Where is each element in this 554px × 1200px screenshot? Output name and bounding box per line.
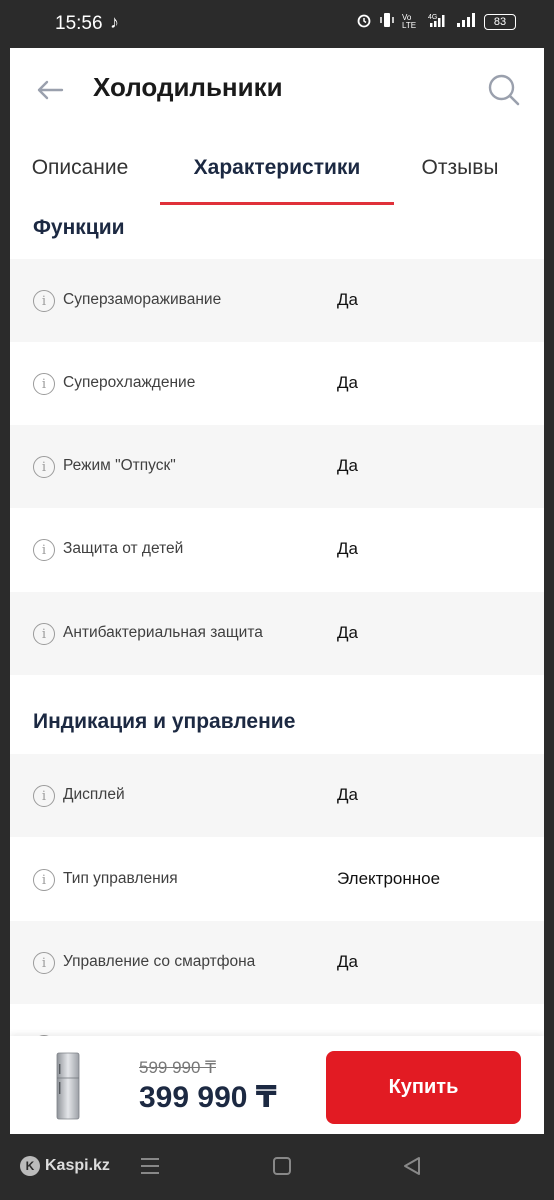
back-triangle-icon: [404, 1157, 420, 1175]
spec-value: Да: [337, 539, 358, 558]
spec-value: Электронное: [337, 869, 441, 888]
section-title-functions: Функции: [33, 216, 125, 239]
spec-row: i Режим "Отпуск" Да: [10, 425, 544, 508]
current-price: 399 990 ₸: [139, 1081, 277, 1114]
spec-row: i Управление со смартфона Да: [10, 921, 544, 1004]
spec-label: Антибактериальная защита: [63, 624, 263, 641]
status-bar: 15:56 ♪ Vo LTE 4G 83: [0, 0, 554, 48]
status-icons: Vo LTE 4G 83: [356, 12, 516, 31]
page-title: Холодильники: [93, 72, 283, 102]
buy-button[interactable]: Купить: [326, 1051, 521, 1124]
vibrate-icon: [380, 12, 394, 31]
spec-label: Суперзамораживание: [63, 291, 222, 308]
svg-text:4G: 4G: [428, 14, 437, 21]
tab-specifications[interactable]: Характеристики: [160, 130, 394, 206]
menu-icon: [141, 1158, 159, 1174]
spec-row: i Антибактериальная защита Да: [10, 592, 544, 675]
tiktok-notification-icon: ♪: [110, 12, 119, 32]
tab-bar: Описание Характеристики Отзывы: [10, 130, 544, 206]
search-icon: [488, 74, 520, 106]
spec-value: Да: [337, 456, 358, 475]
signal-4g-icon: 4G: [428, 12, 448, 31]
alarm-icon: [356, 12, 372, 31]
spec-label: Управление со смартфона: [63, 953, 256, 970]
spec-row: i Защита от детей Да: [10, 508, 544, 591]
info-icon[interactable]: i: [33, 869, 55, 891]
active-tab-indicator: [160, 202, 394, 205]
tab-description[interactable]: Описание: [10, 130, 150, 206]
volte-icon: Vo LTE: [402, 12, 417, 30]
spec-value: Да: [337, 785, 358, 804]
section-title-display-control: Индикация и управление: [33, 710, 296, 733]
kaspi-logo-icon: K: [20, 1156, 40, 1176]
info-icon[interactable]: i: [33, 539, 55, 561]
watermark-text: Kaspi.kz: [45, 1157, 110, 1174]
recent-apps-button[interactable]: [138, 1154, 162, 1178]
tab-reviews[interactable]: Отзывы: [404, 130, 516, 206]
info-icon[interactable]: i: [33, 623, 55, 645]
spec-row: i Суперзамораживание Да: [10, 259, 544, 342]
status-time: 15:56: [55, 13, 103, 34]
spec-label: Суперохлаждение: [63, 374, 196, 391]
spec-row: i Тип управления Электронное: [10, 838, 544, 921]
product-thumbnail[interactable]: [56, 1052, 80, 1120]
app-header: Холодильники: [10, 48, 544, 130]
spec-value: Да: [337, 373, 358, 392]
specifications-list[interactable]: Функции i Суперзамораживание Да i Суперо…: [10, 206, 544, 1036]
info-icon[interactable]: i: [33, 952, 55, 974]
spec-row: i Дисплей Да: [10, 754, 544, 837]
battery-icon: 83: [484, 13, 516, 30]
kaspi-watermark: K Kaspi.kz: [20, 1156, 110, 1176]
system-nav-bar: K Kaspi.kz: [0, 1134, 554, 1200]
spec-value: Да: [337, 952, 358, 971]
arrow-left-icon: [37, 80, 64, 100]
info-icon[interactable]: i: [33, 785, 55, 807]
phone-screen: 15:56 ♪ Vo LTE 4G 83 Холодильники Описан…: [0, 0, 554, 1200]
spec-label: Режим "Отпуск": [63, 457, 176, 474]
spec-row: i Суперохлаждение Да: [10, 342, 544, 425]
spec-label: Тип управления: [63, 870, 178, 887]
home-square-icon: [273, 1157, 291, 1175]
search-button[interactable]: [484, 70, 524, 110]
spec-label: Дисплей: [63, 786, 125, 803]
info-icon[interactable]: i: [33, 373, 55, 395]
spec-value: Да: [337, 623, 358, 642]
spec-label: Защита от детей: [63, 540, 184, 557]
home-button[interactable]: [270, 1154, 294, 1178]
spec-row-partial: i: [10, 1004, 544, 1036]
info-icon[interactable]: i: [33, 456, 55, 478]
buy-bar: 599 990 ₸ 399 990 ₸ Купить: [10, 1036, 544, 1134]
spec-value: Да: [337, 290, 358, 309]
signal-icon: [456, 12, 476, 31]
old-price: 599 990 ₸: [139, 1058, 216, 1077]
back-button[interactable]: [32, 72, 68, 108]
info-icon[interactable]: i: [33, 290, 55, 312]
system-back-button[interactable]: [400, 1154, 424, 1178]
app-screen: Холодильники Описание Характеристики Отз…: [10, 48, 544, 1134]
